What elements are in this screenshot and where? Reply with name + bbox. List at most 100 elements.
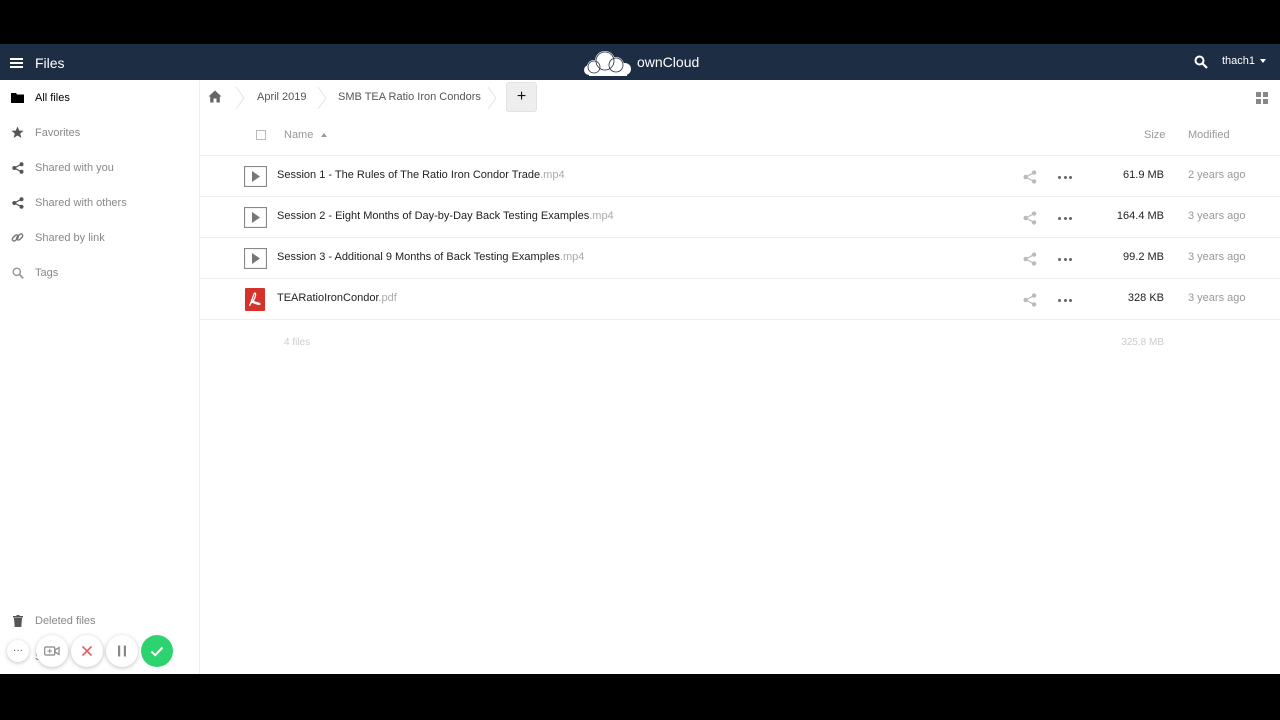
recorder-cancel-button[interactable] [71, 635, 103, 667]
sidebar-item-tags[interactable]: Tags [0, 255, 199, 290]
sidebar-item-deleted-files[interactable]: Deleted files [0, 603, 199, 638]
breadcrumb-item-current-folder[interactable]: SMB TEA Ratio Iron Condors [338, 91, 481, 103]
letterbox-top [0, 0, 1280, 44]
file-basename: TEARatioIronCondor [277, 292, 379, 304]
file-name[interactable]: Session 1 - The Rules of The Ratio Iron … [277, 169, 565, 181]
breadcrumb-item-april-2019[interactable]: April 2019 [257, 91, 307, 103]
recorder-confirm-button[interactable] [141, 635, 173, 667]
file-modified: 3 years ago [1188, 210, 1246, 222]
sidebar: All files Favorites Shared with you Shar… [0, 80, 200, 674]
username: thach1 [1222, 55, 1256, 67]
file-name[interactable]: Session 2 - Eight Months of Day-by-Day B… [277, 210, 614, 222]
sidebar-item-shared-with-others[interactable]: Shared with others [0, 185, 199, 220]
column-header-modified[interactable]: Modified [1188, 129, 1230, 141]
sidebar-item-label: Favorites [35, 126, 81, 139]
file-basename: Session 3 - Additional 9 Months of Back … [277, 251, 560, 263]
file-size: 328 KB [1127, 292, 1164, 304]
sidebar-item-shared-by-link[interactable]: Shared by link [0, 220, 199, 255]
chevron-right-icon [487, 87, 497, 109]
trash-icon [11, 614, 24, 627]
table-row[interactable]: Session 1 - The Rules of The Ratio Iron … [200, 156, 1280, 197]
file-extension: .mp4 [540, 169, 565, 181]
select-all-checkbox[interactable] [256, 130, 266, 140]
table-row[interactable]: Session 3 - Additional 9 Months of Back … [200, 238, 1280, 279]
column-name-label: Name [284, 129, 314, 141]
share-icon [11, 196, 24, 209]
table-row[interactable]: Session 2 - Eight Months of Day-by-Day B… [200, 197, 1280, 238]
owncloud-app: Files ownCloud thach1 All files Favorite… [0, 44, 1280, 674]
video-file-icon [244, 207, 267, 228]
recorder-pause-button[interactable] [106, 635, 138, 667]
search-icon [11, 266, 24, 279]
sidebar-item-label: Shared with you [35, 161, 114, 174]
pause-icon [118, 645, 126, 657]
column-header-name[interactable]: Name [284, 129, 328, 141]
new-file-button[interactable]: + [506, 82, 537, 112]
star-icon [11, 126, 24, 139]
cloud-logo-icon [584, 51, 631, 76]
sidebar-item-label: Deleted files [35, 614, 96, 627]
camera-icon [44, 646, 60, 656]
share-icon[interactable] [1023, 170, 1037, 184]
column-header-size[interactable]: Size [1144, 129, 1165, 141]
top-header: Files ownCloud thach1 [0, 44, 1280, 80]
file-name[interactable]: TEARatioIronCondor.pdf [277, 292, 397, 304]
owncloud-logo[interactable]: ownCloud [583, 48, 699, 76]
sidebar-item-label: Shared with others [35, 196, 127, 209]
file-modified: 2 years ago [1188, 169, 1246, 181]
file-modified: 3 years ago [1188, 292, 1246, 304]
home-icon[interactable] [208, 90, 222, 104]
table-row[interactable]: TEARatioIronCondor.pdf 328 KB 3 years ag… [200, 279, 1280, 320]
recorder-toolbar: ··· [0, 634, 180, 668]
file-count-summary: 4 files [284, 337, 311, 348]
share-icon[interactable] [1023, 293, 1037, 307]
grid-view-icon[interactable] [1256, 92, 1268, 104]
sidebar-item-label: Shared by link [35, 231, 105, 244]
more-actions-icon[interactable] [1058, 252, 1072, 266]
app-menu-button[interactable]: Files [10, 54, 70, 72]
more-actions-icon[interactable] [1058, 293, 1072, 307]
app-name: Files [35, 55, 65, 71]
checkmark-icon [150, 646, 164, 657]
logo-text: ownCloud [637, 54, 700, 70]
file-basename: Session 2 - Eight Months of Day-by-Day B… [277, 210, 590, 222]
sidebar-item-favorites[interactable]: Favorites [0, 115, 199, 150]
hamburger-icon [10, 58, 23, 68]
link-icon [11, 231, 24, 244]
more-actions-icon[interactable] [1058, 211, 1072, 225]
file-size: 61.9 MB [1123, 169, 1164, 181]
more-actions-icon[interactable] [1058, 170, 1072, 184]
share-icon [11, 161, 24, 174]
file-basename: Session 1 - The Rules of The Ratio Iron … [277, 169, 541, 181]
recorder-camera-button[interactable] [36, 635, 68, 667]
chevron-right-icon [235, 87, 245, 109]
sidebar-item-shared-with-you[interactable]: Shared with you [0, 150, 199, 185]
file-size: 99.2 MB [1123, 251, 1164, 263]
breadcrumb: April 2019 SMB TEA Ratio Iron Condors + [200, 80, 1280, 116]
chevron-right-icon [317, 87, 327, 109]
share-icon[interactable] [1023, 211, 1037, 225]
sort-ascending-icon [321, 133, 328, 137]
total-size-summary: 325.8 MB [1121, 337, 1164, 348]
chevron-down-icon [1260, 59, 1267, 63]
video-file-icon [244, 166, 267, 187]
file-name[interactable]: Session 3 - Additional 9 Months of Back … [277, 251, 584, 263]
close-icon [81, 645, 93, 657]
share-icon[interactable] [1023, 252, 1037, 266]
file-size: 164.4 MB [1116, 210, 1164, 222]
pdf-file-icon [245, 288, 265, 311]
file-table-header: Name Size Modified [200, 116, 1280, 156]
letterbox-bottom [0, 674, 1280, 720]
folder-icon [11, 91, 24, 104]
sidebar-item-all-files[interactable]: All files [0, 80, 199, 115]
user-menu[interactable]: thach1 [1222, 55, 1267, 67]
sidebar-item-label: All files [35, 91, 70, 104]
file-extension: .mp4 [559, 251, 585, 263]
file-modified: 3 years ago [1188, 251, 1246, 263]
search-icon[interactable] [1194, 55, 1208, 69]
more-dots-icon: ··· [13, 645, 23, 656]
file-extension: .mp4 [589, 210, 614, 222]
recorder-more-button[interactable]: ··· [7, 640, 29, 662]
sidebar-item-label: Tags [35, 266, 59, 279]
file-extension: .pdf [378, 292, 397, 304]
